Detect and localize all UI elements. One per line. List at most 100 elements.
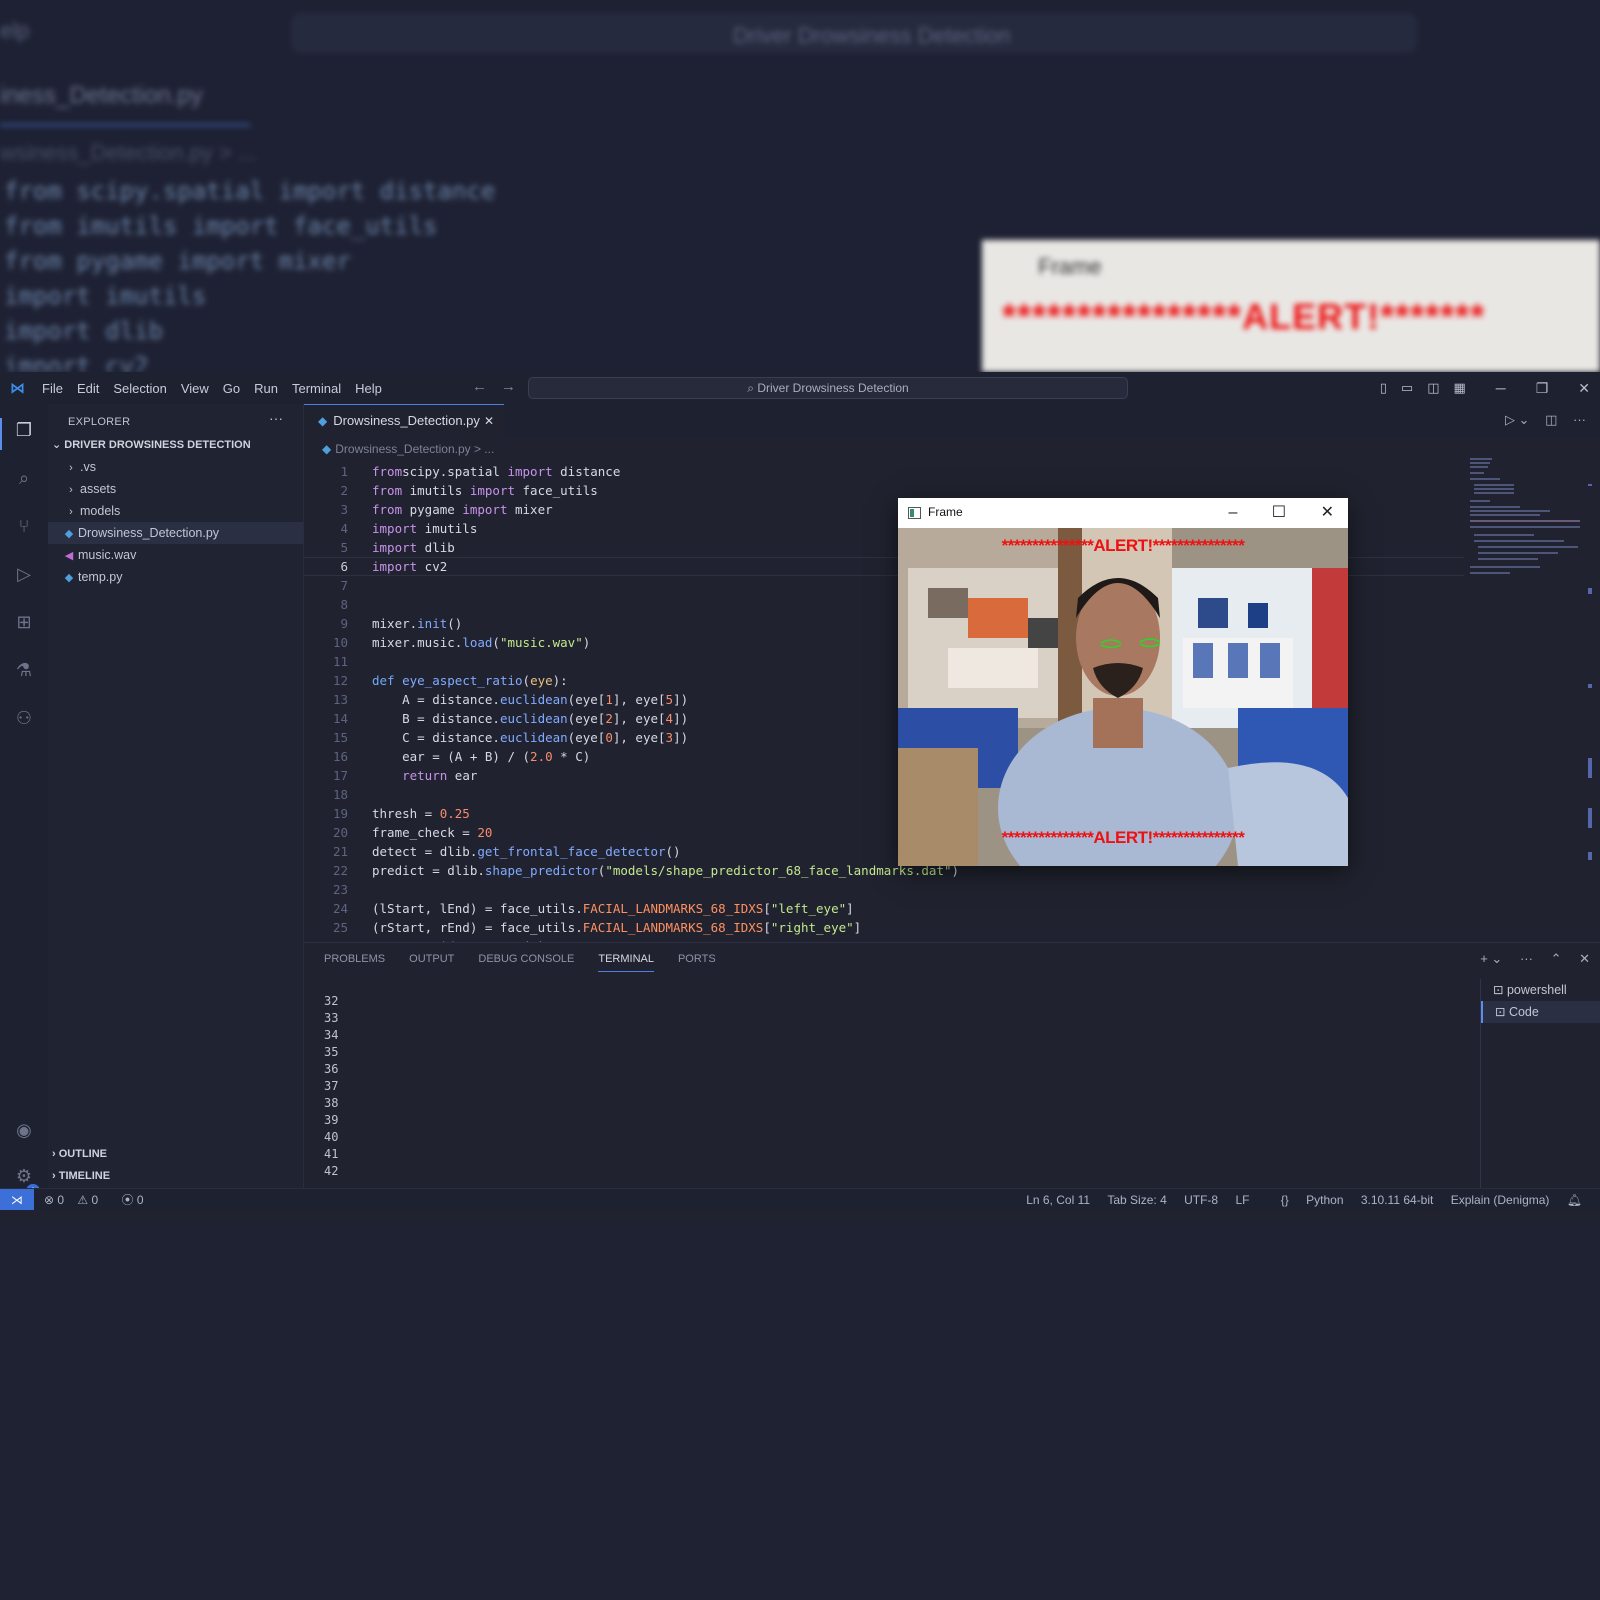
- tab-debug-console[interactable]: DEBUG CONSOLE: [478, 953, 574, 972]
- python-file-icon: ◆: [64, 528, 74, 540]
- search-icon[interactable]: ⌕: [12, 466, 36, 490]
- end-of-line[interactable]: LF: [1235, 1193, 1249, 1207]
- outline-section[interactable]: › OUTLINE: [52, 1148, 107, 1160]
- bg-code-line: from scipy.spatial import distance: [4, 177, 496, 205]
- editor-scrollbar[interactable]: [1588, 458, 1596, 938]
- close-icon[interactable]: ✕: [1321, 504, 1334, 521]
- breadcrumb[interactable]: ◆ Drowsiness_Detection.py > ...: [322, 442, 494, 456]
- python-icon[interactable]: ⚇: [12, 706, 36, 730]
- tab-size[interactable]: Tab Size: 4: [1107, 1193, 1166, 1207]
- outline-label: OUTLINE: [58, 1148, 108, 1160]
- editor-actions: ▷ ⌄ ◫ ···: [1493, 412, 1586, 428]
- tree-file-music[interactable]: ◀ music.wav: [48, 544, 303, 566]
- tree-file-temp[interactable]: ◆ temp.py: [48, 566, 303, 588]
- terminal-output[interactable]: 32 33 34 35 36 37 38 39 40 41 42: [324, 993, 338, 1180]
- chevron-right-icon: ›: [69, 506, 73, 518]
- alert-text-bottom: ***************ALERT!***************: [1001, 828, 1245, 847]
- cursor-position[interactable]: Ln 6, Col 11: [1026, 1193, 1090, 1207]
- bg-search-bar: Driver Drowsiness Detection: [292, 14, 1416, 52]
- close-panel-icon[interactable]: ✕: [1579, 951, 1590, 966]
- menu-terminal[interactable]: Terminal: [292, 381, 341, 396]
- explorer-icon[interactable]: ❐: [12, 418, 36, 442]
- tab-output[interactable]: OUTPUT: [409, 953, 454, 972]
- explain-denigma[interactable]: Explain (Denigma): [1451, 1193, 1550, 1207]
- toggle-sidebar-icon[interactable]: ▯: [1380, 380, 1387, 396]
- tab-terminal[interactable]: TERMINAL: [598, 953, 654, 972]
- workspace-root[interactable]: ⌄ DRIVER DROWSINESS DETECTION: [52, 438, 251, 451]
- terminal-icon: ⊡: [1493, 983, 1507, 997]
- close-tab-icon[interactable]: ✕: [484, 405, 494, 437]
- code-line: (lStart, lEnd) = face_utils.FACIAL_LANDM…: [372, 901, 854, 916]
- terminal-icon: ⊡: [1495, 1005, 1509, 1019]
- source-control-icon[interactable]: ⑂: [12, 514, 36, 538]
- code-line: mixer.music.load("music.wav"): [372, 635, 591, 650]
- restore-icon[interactable]: ❐: [1536, 380, 1549, 397]
- language-mode[interactable]: {} Python: [1267, 1193, 1344, 1207]
- tab-drowsiness-detection[interactable]: ◆ Drowsiness_Detection.py ✕: [304, 404, 504, 438]
- more-actions-icon[interactable]: ···: [1573, 412, 1586, 427]
- webcam-scene: [898, 528, 1348, 866]
- tree-file-drowsiness-detection[interactable]: ◆ Drowsiness_Detection.py: [48, 522, 303, 544]
- tab-ports[interactable]: PORTS: [678, 953, 716, 972]
- code-line: thresh = 0.25: [372, 806, 470, 821]
- run-debug-icon[interactable]: ▷: [12, 562, 36, 586]
- back-arrow-icon[interactable]: ←: [472, 378, 487, 395]
- remote-indicator-icon[interactable]: ⋊: [0, 1189, 34, 1210]
- command-center[interactable]: ⌕ Driver Drowsiness Detection: [528, 377, 1128, 399]
- tree-folder-models[interactable]: › models: [48, 500, 303, 522]
- notifications-bell-icon[interactable]: 🔔︎: [1567, 1193, 1582, 1207]
- split-editor-icon[interactable]: ◫: [1545, 412, 1557, 427]
- terminal-code[interactable]: ⊡ Code: [1481, 1001, 1600, 1023]
- toggle-panel-icon[interactable]: ▭: [1401, 380, 1413, 396]
- timeline-section[interactable]: › TIMELINE: [52, 1170, 110, 1182]
- account-icon[interactable]: ◉: [12, 1118, 36, 1142]
- minimize-icon[interactable]: ─: [1496, 380, 1506, 396]
- chevron-right-icon: ›: [69, 462, 73, 474]
- minimap[interactable]: [1470, 458, 1582, 598]
- new-terminal-icon[interactable]: + ⌄: [1480, 951, 1502, 966]
- tree-folder-assets[interactable]: › assets: [48, 478, 303, 500]
- problems-status[interactable]: ⊗ 0 ⚠ 0: [44, 1193, 108, 1207]
- menu-file[interactable]: File: [42, 381, 63, 396]
- terminal-powershell[interactable]: ⊡ powershell: [1481, 979, 1600, 1001]
- more-actions-icon[interactable]: ···: [269, 410, 283, 426]
- forward-arrow-icon[interactable]: →: [501, 378, 516, 395]
- menu-go[interactable]: Go: [223, 381, 240, 396]
- chevron-right-icon: ›: [52, 1170, 59, 1182]
- minimize-icon[interactable]: –: [1228, 504, 1237, 521]
- ports-status[interactable]: ⦿ 0: [122, 1193, 154, 1207]
- close-icon[interactable]: ✕: [1578, 380, 1590, 397]
- run-python-icon[interactable]: ▷ ⌄: [1505, 412, 1530, 427]
- bg-search-text: Driver Drowsiness Detection: [733, 23, 1011, 48]
- menu-view[interactable]: View: [181, 381, 209, 396]
- maximize-panel-icon[interactable]: ⌃: [1551, 951, 1562, 966]
- tree-item-label: .vs: [80, 460, 96, 474]
- frame-title-bar[interactable]: Frame – ☐ ✕: [898, 498, 1348, 528]
- toggle-secondary-sidebar-icon[interactable]: ◫: [1427, 380, 1439, 396]
- extensions-icon[interactable]: ⊞: [12, 610, 36, 634]
- line-number: 3: [340, 502, 348, 517]
- python-interpreter[interactable]: 3.10.11 64-bit: [1361, 1193, 1434, 1207]
- menu-run[interactable]: Run: [254, 381, 278, 396]
- more-actions-icon[interactable]: ···: [1520, 951, 1533, 966]
- chevron-right-icon: ›: [69, 484, 73, 496]
- bg-code-line: import dlib: [4, 317, 163, 345]
- line-number: 6: [340, 559, 348, 574]
- breadcrumb-label: Drowsiness_Detection.py > ...: [335, 442, 495, 456]
- bg-code-line: from pygame import mixer: [4, 247, 351, 275]
- code-line: C = distance.euclidean(eye[0], eye[3]): [372, 730, 689, 745]
- maximize-icon[interactable]: ☐: [1272, 504, 1286, 521]
- tree-folder-vs[interactable]: › .vs: [48, 456, 303, 478]
- encoding[interactable]: UTF-8: [1184, 1193, 1218, 1207]
- testing-icon[interactable]: ⚗: [12, 658, 36, 682]
- terminal-label: Code: [1508, 1005, 1539, 1019]
- errors-count: 0: [57, 1193, 65, 1207]
- menu-edit[interactable]: Edit: [77, 381, 99, 396]
- tab-problems[interactable]: PROBLEMS: [324, 953, 385, 972]
- line-number: 10: [332, 635, 348, 650]
- customize-layout-icon[interactable]: ▦: [1453, 380, 1465, 396]
- menu-selection[interactable]: Selection: [113, 381, 166, 396]
- line-number: 1: [340, 464, 348, 479]
- chevron-right-icon: ›: [52, 1148, 59, 1160]
- menu-help[interactable]: Help: [355, 381, 382, 396]
